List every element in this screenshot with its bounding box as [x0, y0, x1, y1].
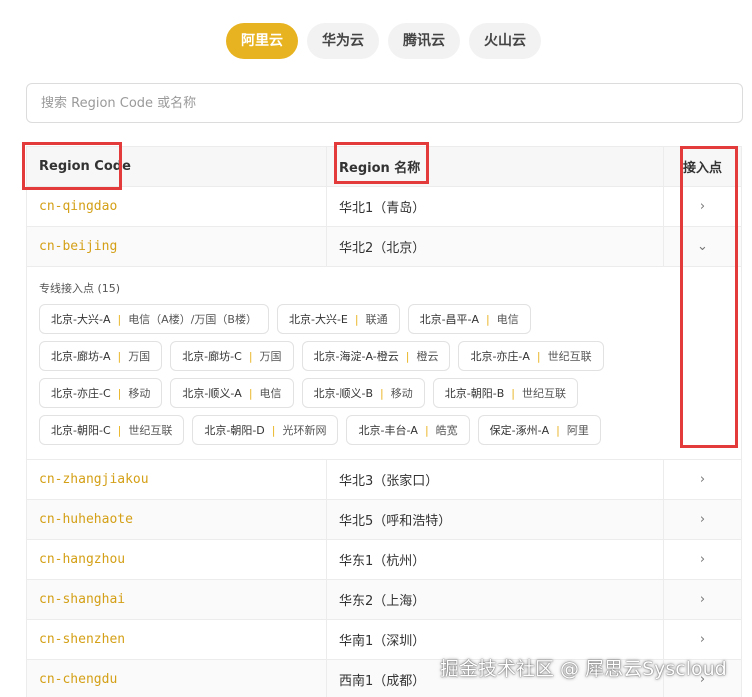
chevron-right-icon[interactable]: › — [700, 552, 705, 567]
search-input[interactable] — [26, 83, 743, 123]
region-code: cn-chengdu — [39, 672, 118, 687]
watermark: 掘金技术社区 @ 犀思云Syscloud — [440, 658, 727, 680]
chevron-right-icon[interactable]: › — [700, 632, 705, 647]
table-row[interactable]: cn-shanghai 华东2（上海） › — [27, 580, 741, 620]
chevron-right-icon[interactable]: › — [700, 199, 705, 214]
region-code: cn-huhehaote — [39, 512, 133, 527]
access-point-chip[interactable]: 北京-顺义-B | 移动 — [301, 378, 425, 408]
chevron-right-icon[interactable]: › — [700, 512, 705, 527]
access-point-chip[interactable]: 北京-丰台-A | 皓宽 — [346, 415, 470, 445]
access-point-chip[interactable]: 北京-大兴-E | 联通 — [276, 304, 400, 334]
region-code: cn-beijing — [39, 239, 118, 254]
tab-huaweiyun[interactable]: 华为云 — [307, 23, 379, 59]
table-row[interactable]: cn-qingdao 华北1（青岛） › — [27, 187, 741, 227]
table-header: Region Code Region 名称 接入点 — [27, 147, 741, 187]
region-name: 华东2（上海） — [339, 594, 426, 609]
region-name: 西南1（成都） — [339, 674, 426, 689]
region-name: 华北5（呼和浩特） — [339, 514, 452, 529]
tab-aliyun[interactable]: 阿里云 — [226, 23, 298, 59]
table-row[interactable]: cn-hangzhou 华东1（杭州） › — [27, 540, 741, 580]
access-point-chip[interactable]: 北京-昌平-A | 电信 — [407, 304, 531, 334]
tab-huoshanyun[interactable]: 火山云 — [469, 23, 541, 59]
access-point-chip[interactable]: 北京-海淀-A-橙云 | 橙云 — [301, 341, 451, 371]
header-region-name: Region 名称 — [327, 147, 664, 186]
header-access-point: 接入点 — [682, 161, 722, 176]
access-point-chip[interactable]: 北京-顺义-A | 电信 — [170, 378, 294, 408]
region-name: 华南1（深圳） — [339, 634, 426, 649]
table-row[interactable]: cn-huhehaote 华北5（呼和浩特） › — [27, 500, 741, 540]
chevron-right-icon[interactable]: › — [700, 592, 705, 607]
provider-tabs: 阿里云 华为云 腾讯云 火山云 — [226, 23, 541, 59]
access-point-chip[interactable]: 北京-廊坊-A | 万国 — [39, 341, 163, 371]
chevron-down-icon[interactable]: ⌄ — [697, 239, 708, 254]
access-point-chip[interactable]: 北京-朝阳-D | 光环新网 — [192, 415, 339, 445]
region-code: cn-zhangjiakou — [39, 472, 149, 487]
access-point-chip[interactable]: 北京-亦庄-A | 世纪互联 — [458, 341, 604, 371]
region-table: Region Code Region 名称 接入点 cn-qingdao 华北1… — [26, 146, 742, 697]
access-point-chip[interactable]: 北京-朝阳-C | 世纪互联 — [39, 415, 185, 445]
region-name: 华北2（北京） — [339, 241, 426, 256]
chevron-right-icon[interactable]: › — [700, 472, 705, 487]
access-point-chip[interactable]: 北京-亦庄-C | 移动 — [39, 378, 163, 408]
region-name: 华北1（青岛） — [339, 201, 426, 216]
region-name: 华东1（杭州） — [339, 554, 426, 569]
region-code: cn-shanghai — [39, 592, 126, 607]
region-code: cn-shenzhen — [39, 632, 126, 647]
table-row[interactable]: cn-zhangjiakou 华北3（张家口） › — [27, 460, 741, 500]
access-point-chip[interactable]: 北京-大兴-A | 电信（A楼）/万国（B楼） — [39, 304, 269, 334]
access-point-chip[interactable]: 北京-朝阳-B | 世纪互联 — [432, 378, 578, 408]
table-row[interactable]: cn-beijing 华北2（北京） ⌄ — [27, 227, 741, 267]
access-point-chip[interactable]: 保定-涿州-A | 阿里 — [477, 415, 601, 445]
access-points-title: 专线接入点 (15) — [39, 282, 121, 295]
header-region-code: Region Code — [27, 147, 327, 186]
tab-tencentyun[interactable]: 腾讯云 — [388, 23, 460, 59]
region-name: 华北3（张家口） — [339, 474, 439, 489]
access-points-panel: 专线接入点 (15) 北京-大兴-A | 电信（A楼）/万国（B楼） 北京-大兴-E… — [27, 267, 741, 460]
region-code: cn-qingdao — [39, 199, 118, 214]
access-point-chip[interactable]: 北京-廊坊-C | 万国 — [170, 341, 294, 371]
region-code: cn-hangzhou — [39, 552, 126, 567]
